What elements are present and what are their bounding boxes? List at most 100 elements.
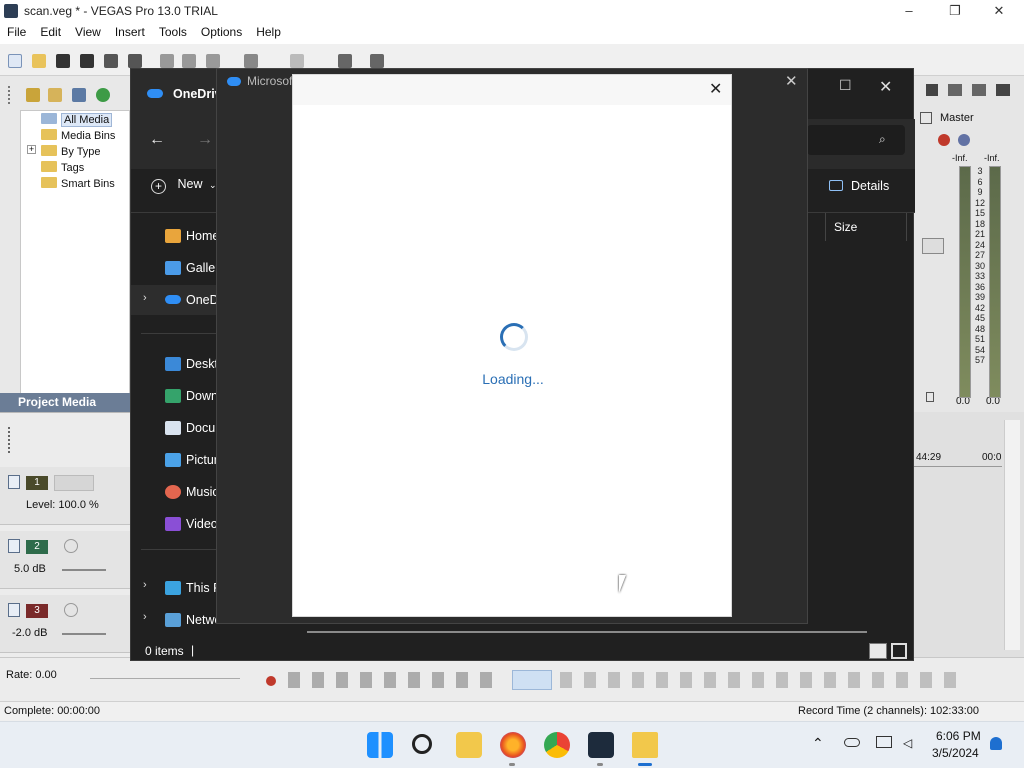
open-folder-icon[interactable]	[32, 54, 46, 68]
music-icon	[165, 485, 181, 499]
record-arm-icon[interactable]	[64, 539, 78, 553]
track-collapse-icon[interactable]	[8, 603, 20, 617]
project-media-tab[interactable]: Project Media	[0, 393, 130, 412]
explorer-maximize-button[interactable]: ☐	[839, 77, 852, 94]
overlay-icon[interactable]	[996, 84, 1010, 96]
track-name-field[interactable]	[54, 475, 94, 491]
tree-item-smart-bins[interactable]: Smart Bins	[41, 176, 115, 192]
chevron-right-icon[interactable]: ›	[143, 579, 147, 591]
clock-date[interactable]: 3/5/2024	[932, 746, 979, 760]
clock-time[interactable]: 6:06 PM	[936, 729, 981, 743]
menu-tools[interactable]: Tools	[152, 22, 194, 39]
paste-icon[interactable]	[206, 54, 220, 68]
copy-icon[interactable]	[182, 54, 196, 68]
web-icon[interactable]	[96, 88, 110, 102]
cut-icon[interactable]	[160, 54, 174, 68]
help-pointer-icon[interactable]	[370, 54, 384, 68]
tree-item-by-type[interactable]: By Type	[41, 144, 101, 160]
sidebar-item-downloads[interactable]: Down	[186, 389, 218, 403]
sidebar-item-pictures[interactable]: Pictur	[186, 453, 218, 467]
vertical-scrollbar[interactable]	[1004, 420, 1020, 650]
chevron-up-icon[interactable]: ⌃	[812, 735, 824, 752]
file-explorer-icon[interactable]	[456, 732, 482, 758]
search-icon[interactable]	[412, 734, 432, 754]
notification-bell-icon[interactable]	[990, 737, 1002, 750]
save-as-icon[interactable]	[80, 54, 94, 68]
snapshot-icon[interactable]	[948, 84, 962, 96]
microsoft-dialog-close-button[interactable]: ✕	[785, 72, 798, 90]
menu-options[interactable]: Options	[194, 22, 249, 39]
start-button-icon[interactable]	[367, 732, 393, 758]
menu-help[interactable]: Help	[249, 22, 288, 39]
menu-view[interactable]: View	[68, 22, 108, 39]
save-icon[interactable]	[56, 54, 70, 68]
new-button[interactable]: + New ⌄	[151, 177, 221, 203]
chrome-icon[interactable]	[544, 732, 570, 758]
minimize-button[interactable]: –	[886, 0, 932, 22]
vegas-taskbar-icon[interactable]	[588, 732, 614, 758]
network-icon[interactable]	[876, 736, 892, 748]
get-media-icon[interactable]	[72, 88, 86, 102]
new-file-icon[interactable]	[8, 54, 22, 68]
sidebar-item-home[interactable]: Home	[186, 229, 219, 243]
preview-settings-icon[interactable]	[926, 84, 938, 96]
track-collapse-icon[interactable]	[8, 475, 20, 489]
sidebar-item-music[interactable]: Music	[186, 485, 219, 499]
split-screen-icon[interactable]	[972, 84, 986, 96]
size-column-header[interactable]: Size	[825, 213, 907, 241]
running-indicator	[597, 763, 603, 766]
chevron-right-icon[interactable]: ›	[143, 611, 147, 623]
tiles-view-icon[interactable]	[891, 643, 907, 659]
menu-edit[interactable]: Edit	[33, 22, 68, 39]
hand-tool-icon[interactable]	[338, 54, 352, 68]
search-box[interactable]: ⌕	[807, 125, 905, 155]
track-1[interactable]: 1 Level: 100.0 %	[0, 467, 130, 525]
track-list-grip[interactable]	[8, 427, 12, 453]
capture-icon[interactable]	[48, 88, 62, 102]
master-fx-icon[interactable]	[938, 134, 950, 146]
firefox-icon[interactable]	[500, 732, 526, 758]
track-2[interactable]: 2 5.0 dB	[0, 531, 130, 589]
details-view-icon[interactable]	[869, 643, 887, 659]
tree-item-media-bins[interactable]: Media Bins	[41, 128, 115, 144]
close-button[interactable]: ✕	[976, 0, 1022, 22]
magic-wand-icon[interactable]	[26, 88, 40, 102]
master-fader[interactable]	[922, 238, 944, 254]
tree-item-all-media[interactable]: All Media	[41, 112, 113, 128]
tree-item-tags[interactable]: Tags	[41, 160, 84, 176]
horizontal-scrollbar[interactable]	[307, 631, 867, 633]
explorer-tab[interactable]: OneDriv	[131, 69, 222, 119]
details-button[interactable]: Details	[829, 179, 889, 193]
import-media-icon[interactable]	[8, 86, 14, 104]
properties-icon[interactable]	[128, 54, 142, 68]
record-button[interactable]	[266, 676, 276, 686]
network-icon	[165, 613, 181, 627]
rate-slider[interactable]	[90, 678, 240, 679]
mute-icon[interactable]	[958, 134, 970, 146]
menu-insert[interactable]: Insert	[108, 22, 152, 39]
tree-expander-icon[interactable]: +	[27, 145, 36, 154]
sidebar-item-documents[interactable]: Docu	[186, 421, 215, 435]
cloud-offline-icon[interactable]	[844, 738, 860, 747]
maximize-button[interactable]: ❐	[932, 0, 978, 22]
volume-icon[interactable]: ◁	[903, 736, 912, 750]
redo-icon[interactable]	[290, 54, 304, 68]
close-icon[interactable]: ✕	[709, 79, 722, 99]
meter-scale-tick: 18	[974, 218, 985, 229]
lock-icon[interactable]	[926, 392, 934, 402]
volume-slider[interactable]	[62, 633, 106, 635]
onedrive-taskbar-icon[interactable]	[632, 732, 658, 758]
track-collapse-icon[interactable]	[8, 539, 20, 553]
forward-arrow-icon[interactable]: →	[197, 131, 213, 149]
loading-dialog-header	[293, 75, 731, 105]
edit-tool-icon[interactable]	[512, 670, 552, 690]
back-arrow-icon[interactable]: ←	[149, 131, 165, 149]
render-icon[interactable]	[104, 54, 118, 68]
volume-slider[interactable]	[62, 569, 106, 571]
track-3[interactable]: 3 -2.0 dB	[0, 595, 130, 653]
record-arm-icon[interactable]	[64, 603, 78, 617]
undo-icon[interactable]	[244, 54, 258, 68]
explorer-close-button[interactable]: ✕	[879, 77, 892, 97]
menu-file[interactable]: File	[0, 22, 33, 39]
chevron-right-icon[interactable]: ›	[143, 292, 147, 304]
